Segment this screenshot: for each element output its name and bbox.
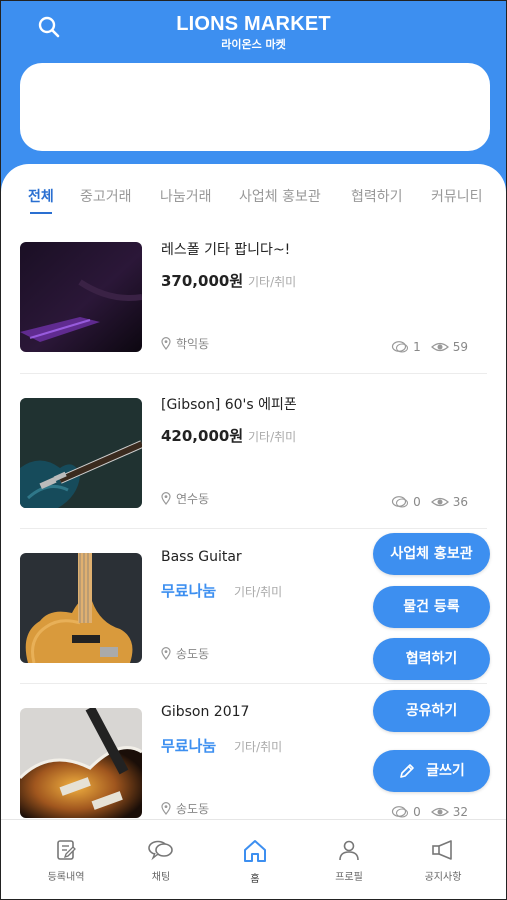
item-title: Gibson 2017 bbox=[161, 704, 250, 720]
tab-community[interactable]: 커뮤니티 bbox=[431, 184, 483, 214]
sunburst-guitar-photo bbox=[20, 708, 142, 818]
tab-used-trade[interactable]: 중고거래 bbox=[80, 184, 132, 214]
nav-registrations-label: 등록내역 bbox=[47, 872, 85, 883]
item-location-label: 학익동 bbox=[176, 337, 210, 351]
item-stats: 0 32 bbox=[391, 805, 468, 819]
item-title: [Gibson] 60's 에피폰 bbox=[161, 397, 297, 413]
fab-cooperate[interactable]: 협력하기 bbox=[373, 638, 490, 680]
nav-chat-label: 채팅 bbox=[151, 872, 171, 883]
home-icon bbox=[244, 840, 266, 862]
item-location-label: 송도동 bbox=[176, 802, 210, 816]
fab-register-item[interactable]: 물건 등록 bbox=[373, 586, 490, 628]
location-pin-icon bbox=[161, 337, 171, 350]
item-price: 370,000원 bbox=[161, 272, 244, 290]
category-tabs: 전체 중고거래 나눔거래 사업체 홍보관 협력하기 커뮤니티 bbox=[1, 184, 506, 214]
eye-icon bbox=[430, 342, 449, 352]
item-location: 송도동 bbox=[161, 645, 209, 662]
location-pin-icon bbox=[161, 492, 171, 505]
item-price: 무료나눔 bbox=[161, 582, 217, 600]
view-count: 32 bbox=[452, 805, 468, 819]
item-location-label: 송도동 bbox=[176, 647, 210, 661]
comment-icon bbox=[391, 496, 409, 508]
item-category: 기타/취미 bbox=[248, 430, 297, 444]
item-category: 기타/취미 bbox=[234, 585, 283, 599]
person-icon bbox=[339, 840, 359, 861]
eye-icon bbox=[430, 807, 449, 817]
item-stats: 1 59 bbox=[391, 340, 468, 354]
fab-share[interactable]: 공유하기 bbox=[373, 690, 490, 732]
item-price: 420,000원 bbox=[161, 427, 244, 445]
write-button[interactable]: 글쓰기 bbox=[373, 750, 490, 792]
nav-profile[interactable]: 프로필 bbox=[309, 838, 389, 883]
app-title-main: LIONS MARKET bbox=[176, 13, 331, 35]
comment-count: 0 bbox=[413, 805, 421, 819]
tab-cooperate[interactable]: 협력하기 bbox=[351, 184, 403, 214]
item-title: 레스폴 기타 팝니다~! bbox=[161, 242, 291, 258]
nav-chat[interactable]: 채팅 bbox=[121, 838, 201, 883]
item-location: 연수동 bbox=[161, 490, 209, 507]
comment-icon bbox=[391, 806, 409, 818]
item-thumbnail bbox=[20, 242, 142, 352]
megaphone-icon bbox=[432, 840, 452, 860]
comment-count: 0 bbox=[413, 495, 421, 509]
write-button-label: 글쓰기 bbox=[426, 763, 465, 779]
nav-notice[interactable]: 공지사항 bbox=[403, 838, 483, 883]
eye-icon bbox=[430, 497, 449, 507]
guitar-photo-dark bbox=[20, 242, 142, 352]
app-screen: LIONS MARKET 라이온스 마켓 전체 중고거래 나눔거래 사업체 홍보… bbox=[0, 0, 507, 900]
location-pin-icon bbox=[161, 802, 171, 815]
view-count: 59 bbox=[452, 340, 468, 354]
item-thumbnail bbox=[20, 708, 142, 818]
bass-guitar-photo bbox=[20, 553, 142, 663]
item-thumbnail bbox=[20, 398, 142, 508]
item-location: 학익동 bbox=[161, 335, 209, 352]
item-title: Bass Guitar bbox=[161, 549, 242, 565]
bottom-nav: 등록내역 채팅 홈 프로필 공지사항 bbox=[1, 819, 506, 899]
app-title: LIONS MARKET 라이온스 마켓 bbox=[1, 11, 506, 52]
nav-profile-label: 프로필 bbox=[335, 872, 363, 883]
app-title-sub: 라이온스 마켓 bbox=[221, 38, 286, 51]
comment-count: 1 bbox=[413, 340, 421, 354]
comment-icon bbox=[391, 341, 409, 353]
nav-notice-label: 공지사항 bbox=[424, 872, 462, 883]
nav-home[interactable]: 홈 bbox=[215, 838, 295, 885]
item-location: 송도동 bbox=[161, 800, 209, 817]
item-location-label: 연수동 bbox=[176, 492, 210, 506]
tab-business-promo[interactable]: 사업체 홍보관 bbox=[239, 184, 321, 214]
list-item[interactable]: [Gibson] 60's 에피폰 420,000원 기타/취미 연수동 0 3… bbox=[1, 374, 506, 529]
fab-business-promo[interactable]: 사업체 홍보관 bbox=[373, 533, 490, 575]
item-stats: 0 36 bbox=[391, 495, 468, 509]
banner[interactable] bbox=[20, 63, 490, 151]
tab-sharing[interactable]: 나눔거래 bbox=[160, 184, 212, 214]
guitar-photo-teal bbox=[20, 398, 142, 508]
document-edit-icon bbox=[57, 840, 76, 860]
location-pin-icon bbox=[161, 647, 171, 660]
chat-icon bbox=[148, 840, 173, 861]
item-category: 기타/취미 bbox=[248, 275, 297, 289]
item-price: 무료나눔 bbox=[161, 737, 217, 755]
nav-registrations[interactable]: 등록내역 bbox=[26, 838, 106, 883]
item-category: 기타/취미 bbox=[234, 740, 283, 754]
tab-all[interactable]: 전체 bbox=[28, 184, 54, 214]
list-item[interactable]: 레스폴 기타 팝니다~! 370,000원 기타/취미 학익동 1 59 bbox=[1, 219, 506, 374]
nav-home-label: 홈 bbox=[250, 874, 260, 885]
pencil-icon bbox=[400, 764, 414, 778]
item-thumbnail bbox=[20, 553, 142, 663]
view-count: 36 bbox=[452, 495, 468, 509]
